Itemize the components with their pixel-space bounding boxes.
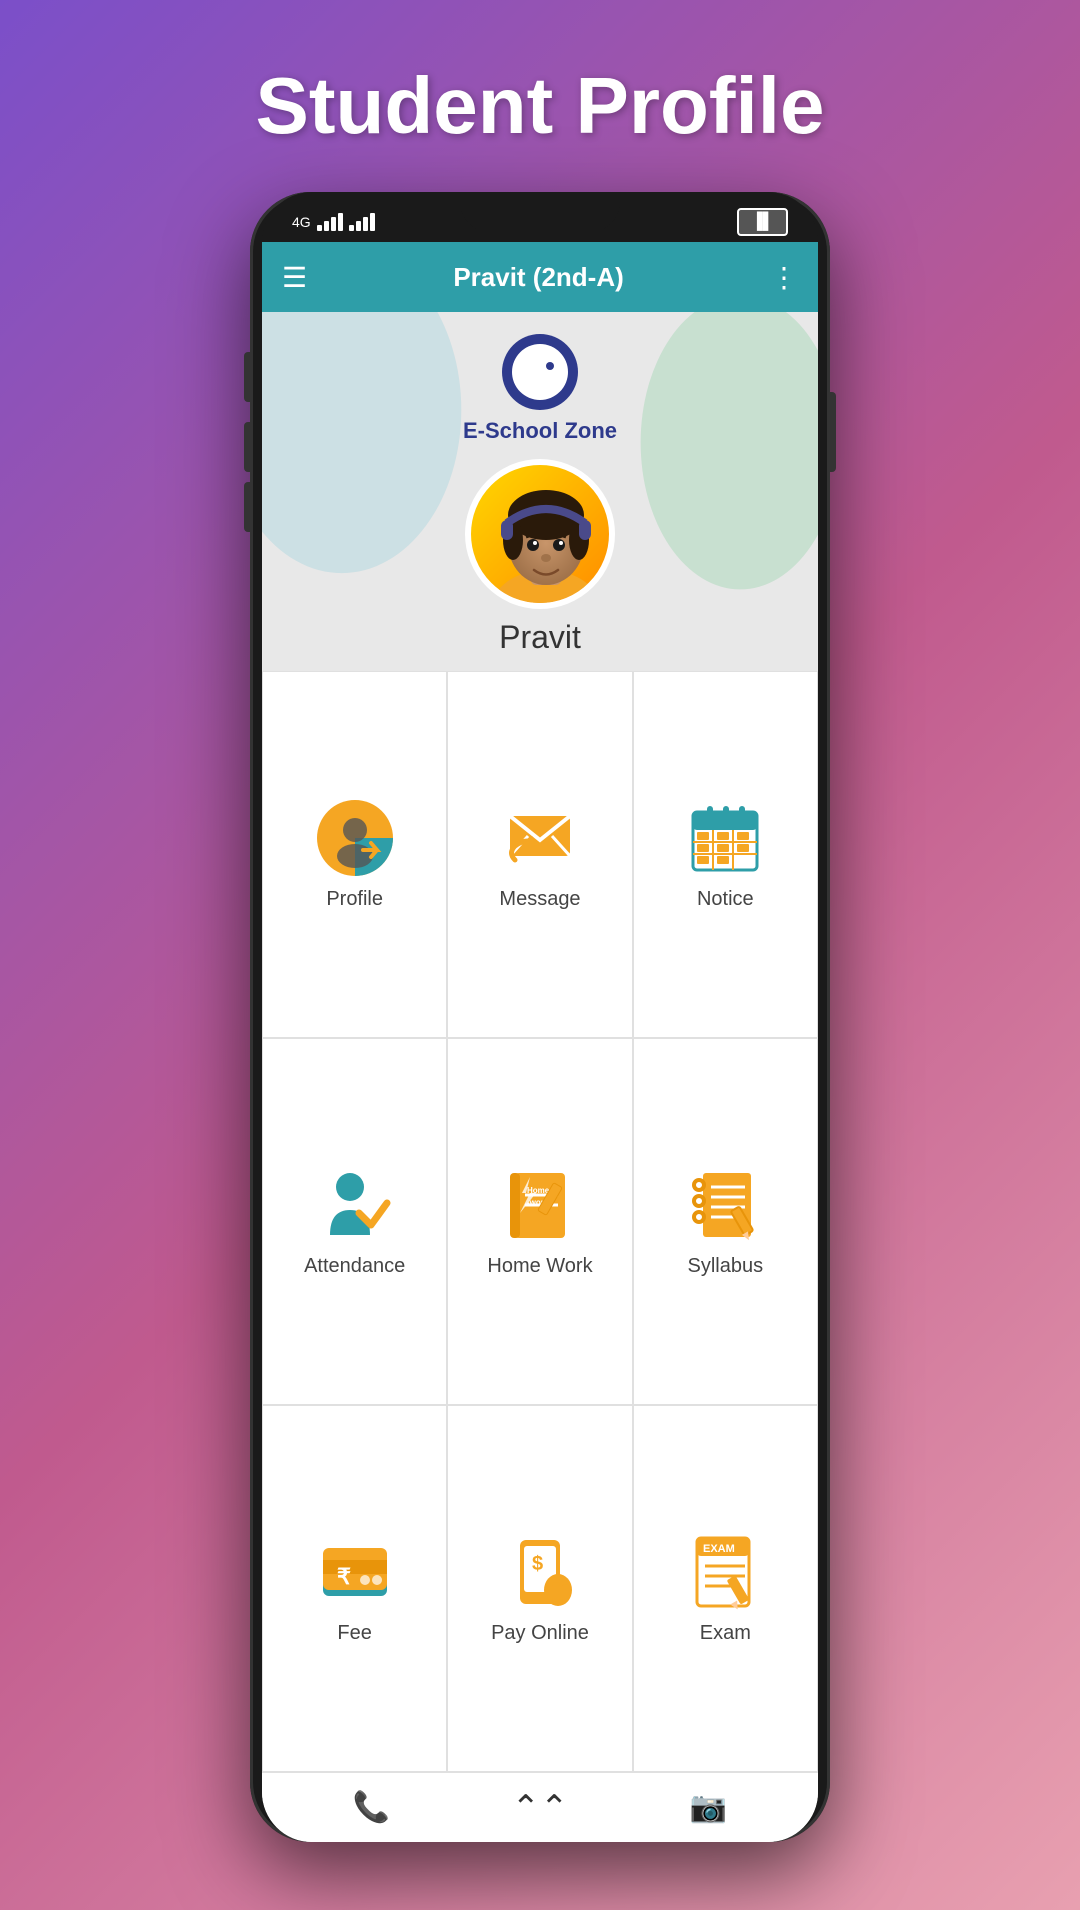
notice-label: Notice <box>697 888 754 911</box>
payonline-icon: $ <box>500 1532 580 1612</box>
exam-label: Exam <box>700 1622 751 1645</box>
phone-screen: ☰ Pravit (2nd-A) ⋮ E-School Zone <box>262 242 818 1842</box>
menu-icon[interactable]: ☰ <box>282 261 307 294</box>
menu-item-message[interactable]: Message <box>447 671 632 1038</box>
profile-icon <box>315 798 395 878</box>
profile-label: Profile <box>326 888 383 911</box>
status-left: 4G <box>292 213 375 231</box>
network-type: 4G <box>292 214 311 230</box>
menu-item-syllabus[interactable]: Syllabus <box>633 1038 818 1405</box>
homework-icon: Home -work <box>500 1165 580 1245</box>
attendance-icon <box>315 1165 395 1245</box>
battery-indicator: ▐▌ <box>737 208 788 236</box>
menu-item-attendance[interactable]: Attendance <box>262 1038 447 1405</box>
exam-icon: EXAM <box>685 1532 765 1612</box>
syllabus-icon <box>685 1165 765 1245</box>
bottom-nav: 📞 ⌃⌃ 📷 <box>262 1772 818 1842</box>
svg-text:$: $ <box>532 1553 543 1575</box>
page-title: Student Profile <box>256 60 825 152</box>
payonline-label: Pay Online <box>491 1622 589 1645</box>
notice-icon <box>685 798 765 878</box>
student-name: Pravit <box>499 619 581 656</box>
attendance-label: Attendance <box>304 1255 405 1278</box>
syllabus-label: Syllabus <box>688 1255 764 1278</box>
phone-frame: 4G ▐▌ ☰ Pravit (2nd-A) ⋮ <box>250 192 830 1842</box>
menu-item-homework[interactable]: Home -work Home Work <box>447 1038 632 1405</box>
svg-text:₹: ₹ <box>337 1564 351 1589</box>
school-logo-icon <box>500 332 580 412</box>
student-avatar <box>465 459 615 609</box>
up-nav-icon[interactable]: ⌃⌃ <box>511 1788 568 1828</box>
svg-text:EXAM: EXAM <box>703 1543 735 1555</box>
phone-notch <box>460 192 620 232</box>
school-logo-area: E-School Zone <box>463 332 617 444</box>
school-name: E-School Zone <box>463 418 617 444</box>
menu-item-profile[interactable]: Profile <box>262 671 447 1038</box>
menu-item-fee[interactable]: ₹ Fee <box>262 1405 447 1772</box>
signal-bar-1 <box>317 213 343 231</box>
fee-icon: ₹ <box>315 1532 395 1612</box>
header-title: Pravit (2nd-A) <box>453 262 623 293</box>
signal-bar-2 <box>349 213 375 231</box>
menu-grid: Profile Message <box>262 671 818 1772</box>
message-label: Message <box>499 888 580 911</box>
homework-label: Home Work <box>487 1255 592 1278</box>
camera-nav-icon[interactable]: 📷 <box>690 1790 727 1825</box>
menu-item-exam[interactable]: EXAM Exam <box>633 1405 818 1772</box>
menu-item-payonline[interactable]: $ Pay Online <box>447 1405 632 1772</box>
call-nav-icon[interactable]: 📞 <box>353 1790 390 1825</box>
more-options-icon[interactable]: ⋮ <box>770 261 798 294</box>
profile-section: E-School Zone <box>262 312 818 671</box>
app-header: ☰ Pravit (2nd-A) ⋮ <box>262 242 818 312</box>
menu-item-notice[interactable]: Notice <box>633 671 818 1038</box>
message-icon <box>500 798 580 878</box>
fee-label: Fee <box>337 1622 371 1645</box>
